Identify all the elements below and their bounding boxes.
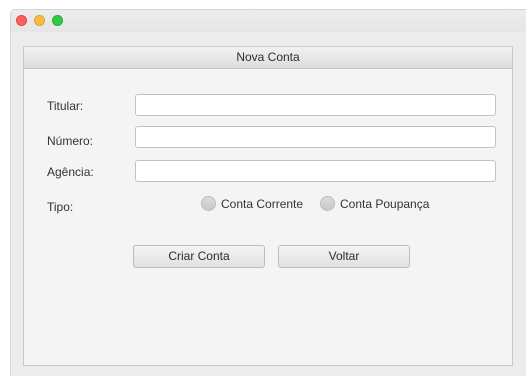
agencia-input[interactable]	[135, 160, 496, 182]
numero-input[interactable]	[135, 126, 496, 148]
radio-button-conta-poupanca[interactable]	[320, 196, 335, 211]
agencia-label: Agência:	[47, 165, 94, 179]
panel-title: Nova Conta	[24, 47, 512, 69]
radio-conta-poupanca[interactable]: Conta Poupança	[320, 196, 429, 211]
tipo-label: Tipo:	[47, 200, 74, 214]
radio-button-conta-corrente[interactable]	[201, 196, 216, 211]
maximize-window-button[interactable]	[52, 15, 63, 26]
close-window-button[interactable]	[16, 15, 27, 26]
radio-label-conta-corrente: Conta Corrente	[221, 196, 304, 211]
radio-conta-corrente[interactable]: Conta Corrente	[201, 196, 303, 211]
radio-label-conta-poupanca: Conta Poupança	[340, 196, 430, 211]
title-bar	[11, 10, 526, 32]
create-account-button[interactable]: Criar Conta	[133, 245, 265, 268]
minimize-window-button[interactable]	[34, 15, 45, 26]
new-account-panel: Nova Conta Titular: Número: Agência: Tip…	[23, 46, 513, 366]
titular-label: Titular:	[47, 99, 84, 113]
back-button[interactable]: Voltar	[278, 245, 410, 268]
numero-label: Número:	[47, 134, 94, 148]
titular-input[interactable]	[135, 94, 496, 116]
